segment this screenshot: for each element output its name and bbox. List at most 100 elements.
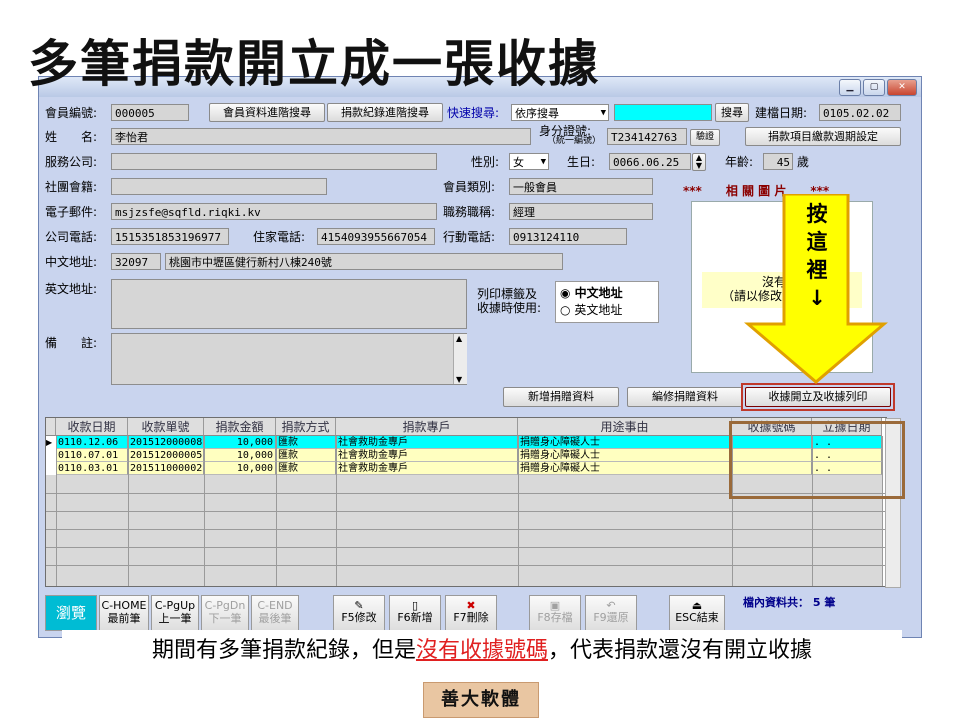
mobile-label: 行動電話: <box>443 230 496 244</box>
table-cell: 0110.03.01 <box>56 462 128 475</box>
zip-field[interactable]: 32097 <box>111 253 161 270</box>
add-donation-button[interactable]: 新增捐贈資料 <box>503 387 619 407</box>
exit-button[interactable]: ⏏ ESC結束 <box>669 595 725 631</box>
birthday-label: 生日: <box>567 155 596 169</box>
donation-period-setting-button[interactable]: 捐款項目繳款週期設定 <box>745 127 901 146</box>
member-type-field[interactable]: 一般會員 <box>509 178 653 195</box>
brand-logo: 善大軟體 <box>423 682 539 718</box>
slide-caption: 期間有多筆捐款紀錄，但是沒有收據號碼，代表捐款還沒有開立收據 <box>62 630 902 672</box>
new-document-icon: ▯ <box>411 599 419 612</box>
member-type-label: 會員類別: <box>443 180 496 194</box>
birthday-field[interactable]: 0066.06.25 <box>609 153 691 170</box>
maximize-icon: ▢ <box>869 82 879 92</box>
chevron-down-icon: ▼ <box>695 161 703 170</box>
advanced-member-search-button[interactable]: 會員資料進階搜尋 <box>209 103 325 122</box>
radio-cn-label: 中文地址 <box>574 286 623 300</box>
dropdown-arrow-icon: ▼ <box>600 108 606 118</box>
quick-search-input[interactable] <box>614 104 712 121</box>
next-record-key: C-PgDn <box>204 599 246 612</box>
scroll-down-icon: ▼ <box>456 375 463 384</box>
first-record-button[interactable]: C-HOME 最前筆 <box>99 595 149 631</box>
column-header[interactable]: 用途事由 <box>518 418 732 436</box>
member-no-label: 會員編號: <box>45 106 98 120</box>
edit-donation-button[interactable]: 編修捐贈資料 <box>627 387 743 407</box>
next-record-label: 下一筆 <box>208 612 242 625</box>
job-title-field[interactable]: 經理 <box>509 203 653 220</box>
prev-record-button[interactable]: C-PgUp 上一筆 <box>151 595 199 631</box>
gender-value: 女 <box>513 156 524 169</box>
name-field[interactable]: 李怡君 <box>111 128 531 145</box>
id-sublabel: （統一編號） <box>547 136 602 146</box>
company-field[interactable] <box>111 153 437 170</box>
minimize-button[interactable]: ▁ <box>839 79 861 96</box>
first-record-label: 最前筆 <box>107 612 141 625</box>
table-cell: 10,000 <box>204 462 276 475</box>
delete-button[interactable]: ✖ F7刪除 <box>445 595 497 631</box>
table-cell: 10,000 <box>204 449 276 462</box>
table-cell: 201511000002 <box>128 462 204 475</box>
save-button[interactable]: ▣ F8存檔 <box>529 595 581 631</box>
receipt-button-highlight <box>741 383 895 411</box>
add-button[interactable]: ▯ F6新增 <box>389 595 441 631</box>
table-cell: 捐贈身心障礙人士 <box>518 449 732 462</box>
en-address-field[interactable] <box>111 279 467 329</box>
id-field[interactable]: T234142763 <box>607 128 687 145</box>
next-record-button[interactable]: C-PgDn 下一筆 <box>201 595 249 631</box>
column-header[interactable]: 捐款方式 <box>276 418 336 436</box>
age-field: 45 <box>763 153 793 170</box>
mobile-field[interactable]: 0913124110 <box>509 228 627 245</box>
en-address-label: 英文地址: <box>45 282 98 296</box>
gender-select[interactable]: 女 ▼ <box>509 153 549 170</box>
maximize-button[interactable]: ▢ <box>863 79 885 96</box>
quick-search-value: 依序搜尋 <box>515 107 559 120</box>
caption-highlight: 沒有收據號碼 <box>415 638 548 663</box>
verify-button[interactable]: 驗證 <box>690 129 720 146</box>
group-field[interactable] <box>111 178 327 195</box>
column-header[interactable]: 捐款金額 <box>204 418 276 436</box>
edit-label: F5修改 <box>341 611 377 624</box>
cn-address-field[interactable]: 桃園市中壢區健行新村八棟240號 <box>165 253 563 270</box>
callout-text: 按這裡↓ <box>806 202 828 310</box>
notes-field[interactable] <box>111 333 467 385</box>
email-label: 電子郵件: <box>45 205 98 219</box>
table-cell: 10,000 <box>204 436 276 449</box>
delete-icon: ✖ <box>466 599 476 612</box>
radio-en-address[interactable]: ○ 英文地址 <box>560 302 622 318</box>
quick-search-label: 快速搜尋: <box>447 106 500 120</box>
radio-en-label: 英文地址 <box>574 303 623 317</box>
quick-search-select[interactable]: 依序搜尋 ▼ <box>511 104 609 121</box>
radio-cn-address[interactable]: ◉ 中文地址 <box>560 285 623 301</box>
advanced-donation-search-button[interactable]: 捐款紀錄進階搜尋 <box>327 103 443 122</box>
table-cell: 捐贈身心障礙人士 <box>518 436 732 449</box>
save-label: F8存檔 <box>537 611 573 624</box>
radio-empty-icon: ○ <box>560 303 571 317</box>
home-phone-label: 住家電話: <box>253 230 306 244</box>
save-icon: ▣ <box>549 599 561 612</box>
age-label: 年齡: <box>725 155 754 169</box>
company-phone-field[interactable]: 1515351853196977 <box>111 228 229 245</box>
row-divider <box>46 511 886 512</box>
company-label: 服務公司: <box>45 155 98 169</box>
search-button[interactable]: 搜尋 <box>715 103 749 122</box>
home-phone-field[interactable]: 4154093955667054 <box>317 228 435 245</box>
last-record-button[interactable]: C-END 最後筆 <box>251 595 299 631</box>
restore-button[interactable]: ↶ F9還原 <box>585 595 637 631</box>
column-divider <box>276 436 277 586</box>
email-field[interactable]: msjzsfe@sqfld.riqki.kv <box>111 203 437 220</box>
created-date-field: 0105.02.02 <box>819 104 901 121</box>
group-label: 社團會籍: <box>45 180 98 194</box>
prev-record-label: 上一筆 <box>158 612 192 625</box>
browse-button[interactable]: 瀏覽 <box>45 595 97 631</box>
column-header[interactable]: 捐款專戶 <box>336 418 518 436</box>
table-cell: 匯款 <box>276 436 336 449</box>
edit-button[interactable]: ✎ F5修改 <box>333 595 385 631</box>
member-no-field[interactable]: 000005 <box>111 104 189 121</box>
table-cell: 匯款 <box>276 449 336 462</box>
close-button[interactable]: ✕ <box>887 79 917 96</box>
column-header[interactable]: 收款單號 <box>128 418 204 436</box>
exit-label: ESC結束 <box>675 611 719 624</box>
notes-scrollbar[interactable]: ▲ ▼ <box>453 334 467 384</box>
column-header[interactable]: 收款日期 <box>56 418 128 436</box>
column-divider <box>204 436 205 586</box>
birthday-spinner[interactable]: ▲ ▼ <box>692 153 706 171</box>
